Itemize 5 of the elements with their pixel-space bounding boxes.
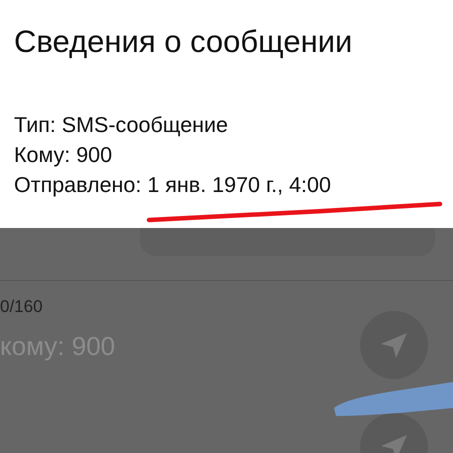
detail-line: Тип: SMS-сообщение [14, 112, 230, 139]
detail-line: Отправлено: 1 янв. 1970 г., 4:00 [14, 172, 332, 199]
detail-line: Кому: 900 [14, 142, 114, 169]
dialog-title: Сведения о сообщении [14, 23, 354, 61]
char-counter: 0/160 [0, 297, 44, 317]
